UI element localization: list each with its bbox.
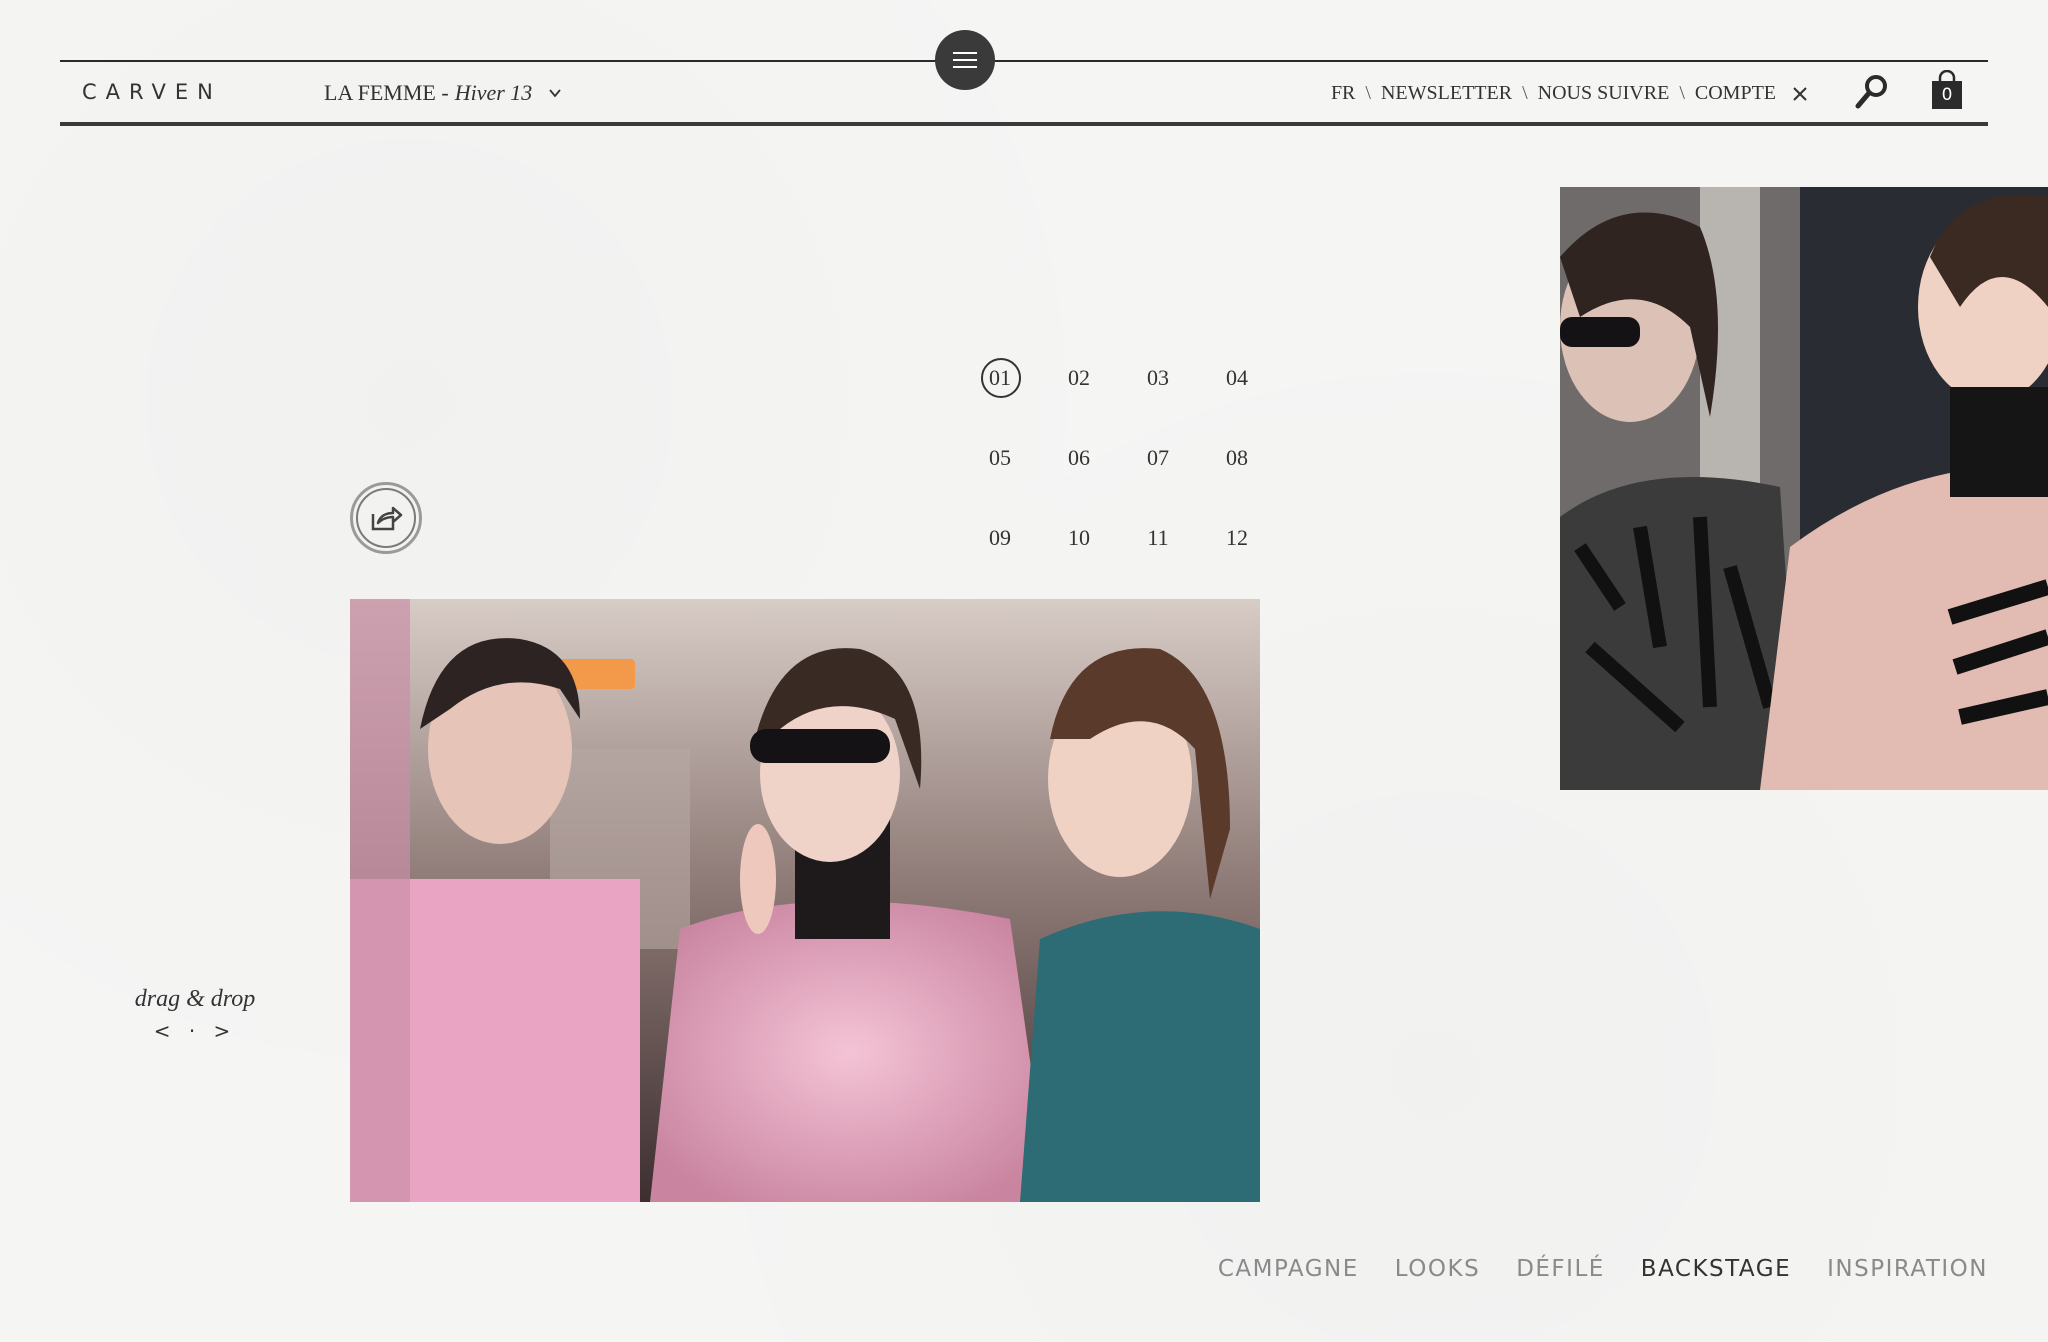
share-button-ring [356,488,416,548]
utility-nav: FR \ NEWSLETTER \ NOUS SUIVRE \ COMPTE [1331,82,1808,105]
page-number[interactable]: 03 [1138,360,1178,396]
search-icon[interactable] [1852,72,1892,112]
brand-logo[interactable]: CARVEN [82,80,222,104]
page-number[interactable]: 04 [1217,360,1257,396]
nav-separator: \ [1522,82,1528,104]
page-number[interactable]: 02 [1059,360,1099,396]
page-number[interactable]: 09 [980,520,1020,556]
page-number[interactable]: 05 [980,440,1020,476]
page-number[interactable]: 12 [1217,520,1257,556]
drag-arrows: < · > [153,1019,237,1043]
hamburger-icon [953,52,977,68]
account-link[interactable]: COMPTE [1695,82,1776,105]
page-number[interactable]: 01 [980,358,1021,398]
chevron-down-icon [549,89,561,98]
share-button[interactable] [350,482,422,554]
nav-separator: \ [1365,82,1371,104]
nav-defile[interactable]: DÉFILÉ [1516,1256,1605,1282]
page-number[interactable]: 08 [1217,440,1257,476]
backstage-photo-next[interactable] [1560,187,2048,790]
drag-drop-hint: drag & drop < · > [120,986,270,1043]
backstage-photo-main[interactable] [350,599,1260,1202]
page-number[interactable]: 07 [1138,440,1178,476]
collection-selector[interactable]: LA FEMME - Hiver 13 [324,80,562,106]
close-icon[interactable] [1792,86,1808,102]
nav-campagne[interactable]: CAMPAGNE [1218,1256,1359,1282]
collection-season: Hiver 13 [454,80,533,105]
page-number[interactable]: 10 [1059,520,1099,556]
page-number[interactable]: 06 [1059,440,1099,476]
shopping-bag-icon[interactable]: 0 [1930,69,1964,110]
gallery-pagination: 01 02 03 04 05 06 07 08 09 10 11 12 [980,358,1280,556]
section-nav: CAMPAGNE LOOKS DÉFILÉ BACKSTAGE INSPIRAT… [1218,1256,1988,1282]
nav-inspiration[interactable]: INSPIRATION [1827,1256,1988,1282]
newsletter-link[interactable]: NEWSLETTER [1381,82,1512,105]
drag-drop-label: drag & drop [134,986,256,1012]
language-link[interactable]: FR [1331,82,1355,105]
top-navigation-bar: CARVEN LA FEMME - Hiver 13 FR \ NEWSLETT… [60,60,1988,126]
collection-label: LA FEMME - [324,80,449,105]
nav-separator: \ [1679,82,1685,104]
cart-count: 0 [1941,85,1953,105]
share-icon [371,506,403,531]
menu-button[interactable] [935,30,995,90]
nav-looks[interactable]: LOOKS [1395,1256,1480,1282]
follow-link[interactable]: NOUS SUIVRE [1538,82,1670,105]
page-number[interactable]: 11 [1138,520,1178,556]
nav-backstage[interactable]: BACKSTAGE [1641,1256,1791,1282]
